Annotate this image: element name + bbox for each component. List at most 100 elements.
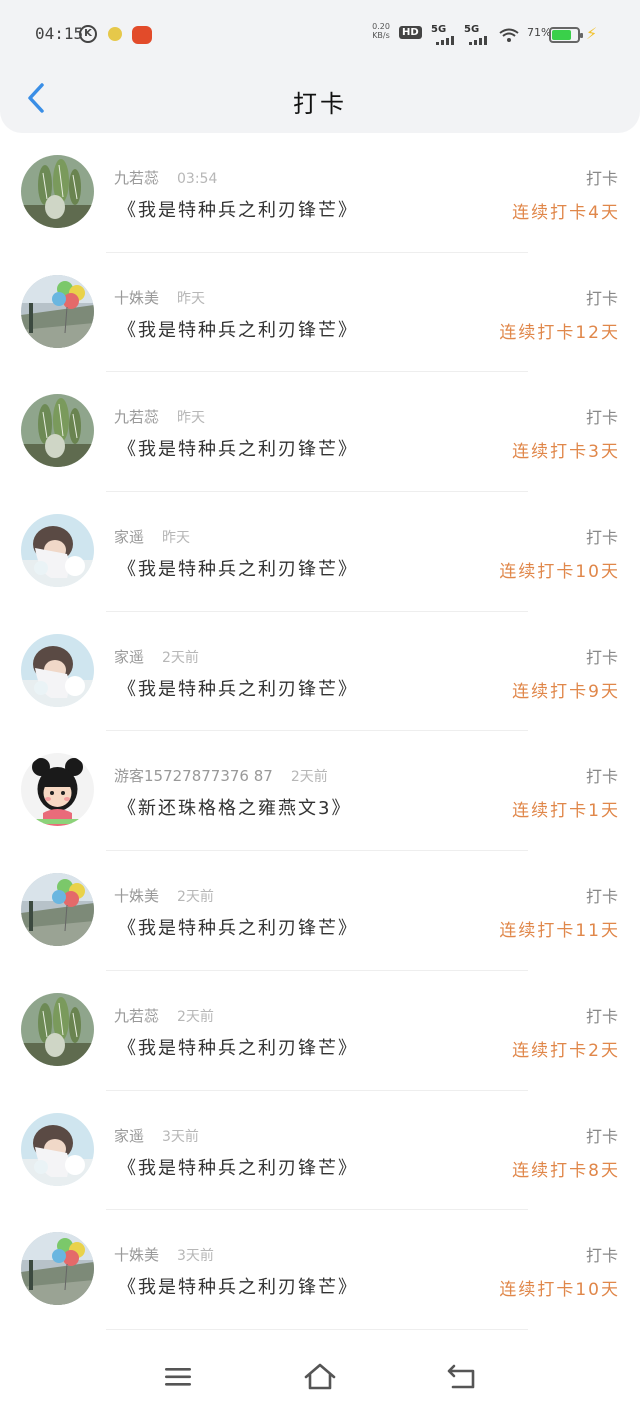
checkin-time: 3天前 bbox=[177, 1248, 214, 1265]
hd-icon: HD bbox=[399, 26, 422, 39]
user-name: 十姝美 bbox=[114, 288, 160, 307]
avatar-cartoon[interactable] bbox=[21, 753, 94, 827]
header: 打卡 bbox=[0, 70, 640, 132]
wifi-icon bbox=[499, 28, 519, 42]
list-item-7[interactable]: 十姝美 2天前 《我是特种兵之利刃锋芒》 打卡 连续打卡11天 bbox=[0, 851, 640, 971]
checkin-tag: 打卡 bbox=[585, 647, 618, 667]
checkin-tag: 打卡 bbox=[585, 288, 618, 308]
sim1-label: 5G bbox=[431, 24, 447, 35]
item-meta: 十姝美 3天前 bbox=[114, 1244, 214, 1265]
book-title: 《我是特种兵之利刃锋芒》 bbox=[118, 1157, 358, 1179]
checkin-time: 2天前 bbox=[162, 649, 199, 666]
list-item-4[interactable]: 家遥 昨天 《我是特种兵之利刃锋芒》 打卡 连续打卡10天 bbox=[0, 492, 640, 612]
item-meta: 九若蕊 2天前 bbox=[114, 1005, 214, 1026]
item-meta: 家遥 2天前 bbox=[114, 646, 199, 667]
item-meta: 家遥 昨天 bbox=[114, 526, 190, 547]
network-speed-unit: KB/s bbox=[372, 31, 390, 40]
user-name: 九若蕊 bbox=[114, 408, 160, 427]
system-nav-bar bbox=[0, 1338, 640, 1415]
list-item-10[interactable]: 十姝美 3天前 《我是特种兵之利刃锋芒》 打卡 连续打卡10天 bbox=[0, 1210, 640, 1330]
user-name: 十姝美 bbox=[114, 1246, 160, 1265]
checkin-tag: 打卡 bbox=[585, 528, 618, 548]
avatar-girl[interactable] bbox=[21, 1112, 94, 1186]
streak-text: 连续打卡1天 bbox=[512, 801, 620, 822]
sim1-signal-icon bbox=[436, 35, 454, 45]
item-meta: 十姝美 2天前 bbox=[114, 885, 214, 906]
list-item-2[interactable]: 十姝美 昨天 《我是特种兵之利刃锋芒》 打卡 连续打卡12天 bbox=[0, 253, 640, 373]
checkin-time: 2天前 bbox=[177, 1008, 214, 1025]
network-speed-value: 0.20 bbox=[372, 22, 390, 31]
checkin-list: 九若蕊 03:54 《我是特种兵之利刃锋芒》 打卡 连续打卡4天 十姝美 昨天 《我… bbox=[0, 133, 640, 1330]
item-meta: 家遥 3天前 bbox=[114, 1125, 199, 1146]
list-item-6[interactable]: 游客15727877376 87 2天前 《新还珠格格之雍燕文3》 打卡 连续打卡… bbox=[0, 731, 640, 852]
top-bar: 04:15 K 0.20 KB/s HD 5G 5G 71% ⚡ 打卡 bbox=[0, 0, 640, 133]
book-title: 《新还珠格格之雍燕文3》 bbox=[118, 798, 352, 820]
avatar-cactus[interactable] bbox=[21, 394, 94, 468]
checkin-time: 3天前 bbox=[162, 1128, 199, 1145]
avatar-balloon[interactable] bbox=[21, 873, 94, 947]
battery-fill bbox=[552, 30, 572, 40]
book-title: 《我是特种兵之利刃锋芒》 bbox=[118, 319, 358, 341]
checkin-time: 昨天 bbox=[162, 530, 191, 547]
streak-text: 连续打卡4天 bbox=[512, 203, 620, 223]
checkin-time: 昨天 bbox=[177, 290, 206, 307]
status-bar: 04:15 K 0.20 KB/s HD 5G 5G 71% ⚡ bbox=[0, 0, 640, 70]
streak-text: 连续打卡10天 bbox=[499, 562, 620, 583]
avatar-balloon[interactable] bbox=[21, 1232, 94, 1306]
user-name: 游客15727877376 87 bbox=[114, 767, 273, 786]
checkin-tag: 打卡 bbox=[585, 1246, 618, 1266]
list-item-1[interactable]: 九若蕊 03:54 《我是特种兵之利刃锋芒》 打卡 连续打卡4天 bbox=[0, 133, 640, 253]
divider bbox=[106, 1328, 528, 1330]
list-item-8[interactable]: 九若蕊 2天前 《我是特种兵之利刃锋芒》 打卡 连续打卡2天 bbox=[0, 971, 640, 1091]
book-title: 《我是特种兵之利刃锋芒》 bbox=[118, 439, 358, 461]
checkin-tag: 打卡 bbox=[585, 1126, 618, 1146]
user-name: 家遥 bbox=[114, 528, 145, 547]
avatar-cactus[interactable] bbox=[21, 992, 94, 1066]
streak-text: 连续打卡12天 bbox=[499, 322, 620, 343]
book-title: 《我是特种兵之利刃锋芒》 bbox=[118, 678, 358, 700]
list-item-5[interactable]: 家遥 2天前 《我是特种兵之利刃锋芒》 打卡 连续打卡9天 bbox=[0, 612, 640, 732]
list-item-9[interactable]: 家遥 3天前 《我是特种兵之利刃锋芒》 打卡 连续打卡8天 bbox=[0, 1091, 640, 1211]
charging-icon: ⚡ bbox=[586, 24, 598, 43]
book-title: 《我是特种兵之利刃锋芒》 bbox=[118, 559, 358, 581]
streak-text: 连续打卡10天 bbox=[499, 1280, 620, 1301]
notification-app2-icon bbox=[132, 26, 152, 44]
user-name: 家遥 bbox=[114, 647, 145, 666]
book-title: 《我是特种兵之利刃锋芒》 bbox=[118, 1277, 358, 1299]
k-app-icon: K bbox=[79, 25, 97, 43]
avatar-girl[interactable] bbox=[21, 633, 94, 707]
list-item-3[interactable]: 九若蕊 昨天 《我是特种兵之利刃锋芒》 打卡 连续打卡3天 bbox=[0, 372, 640, 493]
streak-text: 连续打卡3天 bbox=[512, 442, 620, 463]
avatar-cactus[interactable] bbox=[21, 155, 94, 228]
book-title: 《我是特种兵之利刃锋芒》 bbox=[118, 918, 358, 940]
checkin-tag: 打卡 bbox=[585, 1006, 618, 1026]
streak-text: 连续打卡2天 bbox=[512, 1040, 620, 1061]
avatar-girl[interactable] bbox=[21, 514, 94, 588]
checkin-time: 2天前 bbox=[177, 889, 214, 906]
battery-tip bbox=[580, 33, 583, 38]
item-meta: 十姝美 昨天 bbox=[114, 287, 205, 308]
home-icon[interactable] bbox=[303, 1362, 337, 1392]
checkin-tag: 打卡 bbox=[585, 767, 618, 787]
network-speed: 0.20 KB/s bbox=[370, 22, 392, 40]
checkin-tag: 打卡 bbox=[585, 887, 618, 907]
checkin-time: 03:54 bbox=[177, 171, 218, 187]
menu-icon[interactable] bbox=[161, 1362, 195, 1392]
avatar-balloon[interactable] bbox=[21, 274, 94, 348]
streak-text: 连续打卡9天 bbox=[512, 681, 620, 702]
sim2-label: 5G bbox=[464, 24, 480, 35]
item-meta: 九若蕊 03:54 bbox=[114, 167, 217, 188]
streak-text: 连续打卡8天 bbox=[512, 1160, 620, 1181]
status-time: 04:15 bbox=[35, 24, 84, 43]
battery-icon bbox=[549, 27, 583, 43]
user-name: 家遥 bbox=[114, 1126, 145, 1145]
checkin-tag: 打卡 bbox=[585, 169, 618, 188]
back-icon[interactable] bbox=[445, 1362, 479, 1392]
item-meta: 九若蕊 昨天 bbox=[114, 406, 205, 427]
page-title: 打卡 bbox=[293, 90, 347, 118]
book-title: 《我是特种兵之利刃锋芒》 bbox=[118, 1037, 358, 1059]
checkin-time: 2天前 bbox=[290, 769, 328, 786]
user-name: 九若蕊 bbox=[114, 169, 160, 187]
sim2-signal-icon bbox=[469, 35, 487, 45]
checkin-time: 昨天 bbox=[177, 410, 206, 427]
